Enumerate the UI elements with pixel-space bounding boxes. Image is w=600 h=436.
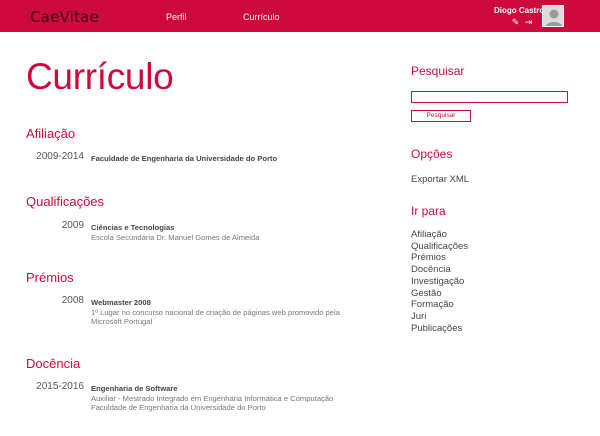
app-logo[interactable]: CaeVitae: [30, 8, 99, 26]
edit-icon[interactable]: ✎: [510, 17, 521, 27]
user-name[interactable]: Diogo Castro: [494, 6, 544, 15]
search-input[interactable]: [411, 91, 568, 103]
entry-title: Engenharia de Software: [91, 384, 178, 393]
entry-year: 2015-2016: [36, 381, 84, 392]
section-title-qualificacoes[interactable]: Qualificações: [26, 194, 104, 209]
logout-icon[interactable]: ⇥: [523, 17, 534, 27]
entry-title: Ciências e Tecnologias: [91, 223, 175, 232]
export-xml-link[interactable]: Exportar XML: [411, 174, 469, 185]
goto-qualificacoes[interactable]: Qualificações: [411, 241, 468, 253]
entry-year: 2009-2014: [36, 151, 84, 162]
entry-body: Engenharia de Software Auxiliar - Mestra…: [91, 384, 381, 413]
goto-juri[interactable]: Juri: [411, 311, 468, 323]
search-title: Pesquisar: [411, 64, 465, 78]
entry-line: 1º Lugar no concurso nacional de criação…: [91, 307, 340, 317]
section-title-premios[interactable]: Prémios: [26, 270, 74, 285]
goto-premios[interactable]: Prémios: [411, 252, 468, 264]
user-silhouette-icon: [543, 6, 563, 26]
goto-investigacao[interactable]: Investigação: [411, 276, 468, 288]
entry-title: Faculdade de Engenharia da Universidade …: [91, 154, 278, 163]
entry-body: Ciências e Tecnologias Escola Secundária…: [91, 223, 381, 242]
section-title-afiliacao[interactable]: Afiliação: [26, 126, 75, 141]
goto-afiliacao[interactable]: Afiliação: [411, 229, 468, 241]
entry-year: 2009: [61, 220, 84, 231]
goto-gestao[interactable]: Gestão: [411, 288, 468, 300]
entry-title: Webmaster 2008: [91, 298, 151, 307]
goto-docencia[interactable]: Docência: [411, 264, 468, 276]
goto-title: Ir para: [411, 204, 446, 218]
entry-line: Faculdade de Engenharia da Universidade …: [91, 403, 266, 413]
entry-body: Webmaster 2008 1º Lugar no concurso naci…: [91, 298, 381, 327]
entry-line: Escola Secundária Dr. Manuel Gomes de Al…: [91, 232, 260, 242]
entry-line: Auxiliar - Mestrado Integrado em Engenha…: [91, 393, 334, 403]
nav-perfil[interactable]: Perfil: [166, 12, 187, 22]
entry-body: Faculdade de Engenharia da Universidade …: [91, 154, 381, 164]
section-title-docencia[interactable]: Docência: [26, 356, 80, 371]
nav-curriculo[interactable]: Currículo: [243, 12, 280, 22]
search-button[interactable]: Pesquisar: [411, 110, 471, 122]
options-title: Opções: [411, 147, 453, 161]
avatar[interactable]: [542, 5, 564, 27]
goto-list: Afiliação Qualificações Prémios Docência…: [411, 229, 468, 334]
page-title: Currículo: [26, 56, 174, 97]
goto-formacao[interactable]: Formação: [411, 299, 468, 311]
goto-publicacoes[interactable]: Publicações: [411, 323, 468, 335]
entry-line: Microsoft Portugal: [91, 317, 153, 327]
top-bar: CaeVitae Perfil Currículo Diogo Castro ✎…: [0, 0, 600, 32]
entry-year: 2008: [61, 295, 84, 306]
